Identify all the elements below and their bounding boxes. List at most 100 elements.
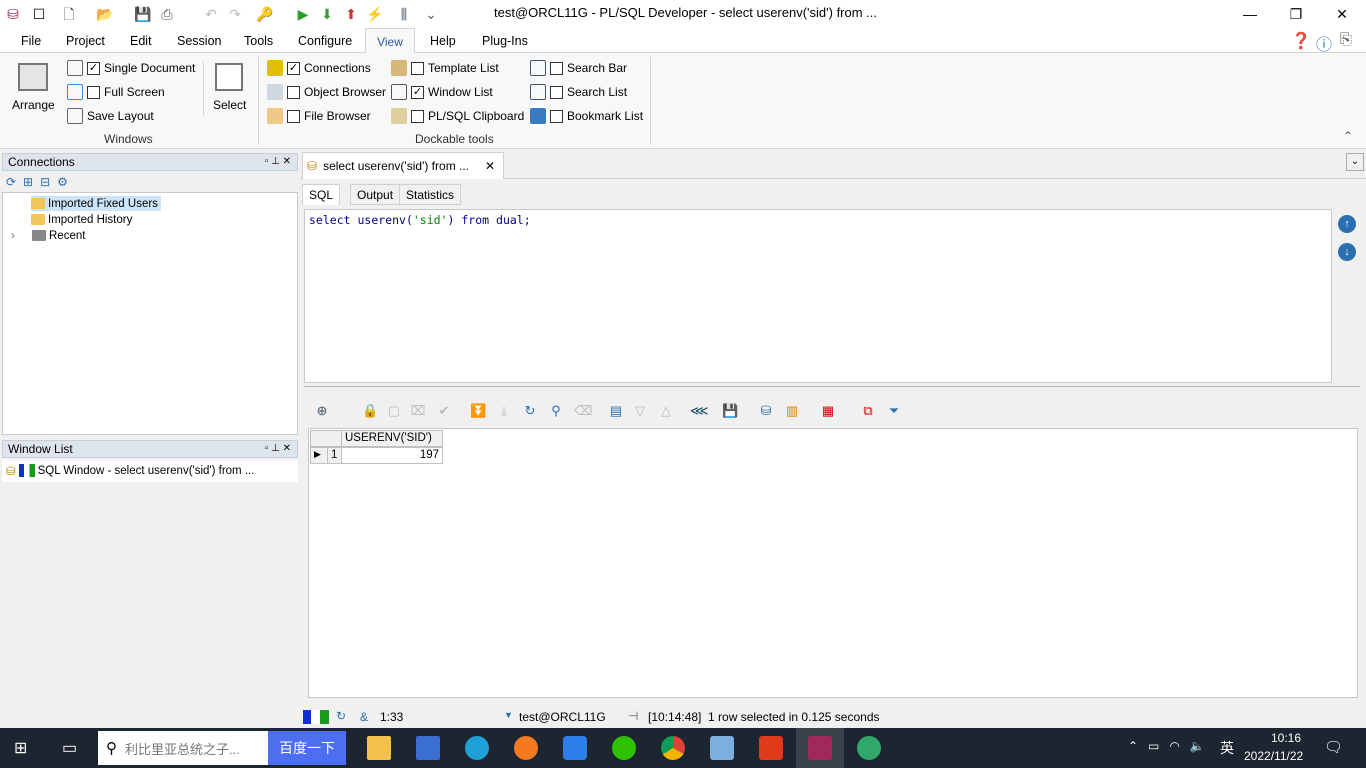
sql-editor[interactable]: select userenv('sid') from dual; bbox=[304, 209, 1332, 383]
filter-icon[interactable]: ⏷ bbox=[886, 403, 902, 419]
tab-sql[interactable]: SQL bbox=[302, 184, 341, 205]
panel-controls-icon[interactable]: ▫ ⊥ ✕ bbox=[265, 441, 291, 457]
help-icon[interactable]: ❓ bbox=[1291, 31, 1311, 51]
single-document-toggle[interactable]: ✓ Single Document bbox=[67, 59, 195, 77]
support-icon[interactable]: ⎘ bbox=[1340, 31, 1352, 48]
query-by-example-icon[interactable]: ⋘ bbox=[690, 403, 709, 419]
connections-toolbar[interactable]: ⟳⊞⊟⚙ bbox=[6, 175, 75, 189]
menu-view[interactable]: View bbox=[365, 28, 415, 54]
table-cell[interactable]: 197 bbox=[341, 447, 443, 464]
new-icon[interactable]: 🗋 bbox=[60, 5, 78, 23]
rollback-icon[interactable]: ⬆ bbox=[342, 5, 360, 23]
menu-help[interactable]: Help bbox=[430, 34, 456, 48]
clear-icon[interactable]: ⌫ bbox=[574, 403, 592, 419]
bookmark-list-toggle[interactable]: Bookmark List bbox=[530, 107, 643, 125]
customize-toolbar-icon[interactable]: ⫼ bbox=[395, 5, 413, 23]
menu-file[interactable]: File bbox=[21, 34, 41, 48]
open-icon[interactable]: 📂 bbox=[96, 5, 114, 23]
results-grid[interactable]: USERENV('SID') ▶ 1 197 bbox=[308, 428, 1358, 698]
file-browser-toggle[interactable]: File Browser bbox=[267, 107, 371, 125]
minimize-button[interactable]: — bbox=[1227, 0, 1273, 28]
lock-icon[interactable]: 🔒 bbox=[362, 403, 378, 419]
splitter[interactable] bbox=[304, 386, 1360, 389]
info-icon[interactable]: ⓘ bbox=[1316, 31, 1332, 55]
feishu-icon[interactable] bbox=[563, 736, 587, 760]
menu-project[interactable]: Project bbox=[66, 34, 105, 48]
select-button[interactable]: Select bbox=[213, 98, 246, 112]
atom-icon[interactable] bbox=[857, 736, 881, 760]
connections-toggle[interactable]: ✓ Connections bbox=[267, 59, 371, 77]
plsql-clipboard-toggle[interactable]: PL/SQL Clipboard bbox=[391, 107, 524, 125]
search-list-toggle[interactable]: Search List bbox=[530, 83, 627, 101]
close-tab-icon[interactable]: ✕ bbox=[485, 159, 495, 173]
file-browser-checkbox[interactable] bbox=[287, 109, 300, 123]
menu-tools[interactable]: Tools bbox=[244, 34, 273, 48]
insert-record-icon[interactable]: ▢ bbox=[386, 403, 402, 419]
wechat-icon[interactable] bbox=[612, 736, 636, 760]
search-bar-checkbox[interactable] bbox=[550, 61, 563, 75]
undo-icon[interactable]: ↶ bbox=[202, 5, 220, 23]
tree-item[interactable]: Imported Fixed Users bbox=[31, 196, 161, 211]
search-bar-toggle[interactable]: Search Bar bbox=[530, 59, 627, 77]
single-document-checkbox[interactable]: ✓ bbox=[87, 61, 100, 75]
previous-record-icon[interactable]: △ bbox=[658, 403, 674, 419]
search-box[interactable]: ⚲ 利比里亚总统之子... bbox=[98, 731, 268, 765]
full-screen-toggle[interactable]: Full Screen bbox=[67, 83, 165, 101]
redo-icon[interactable]: ↷ bbox=[226, 5, 244, 23]
template-list-toggle[interactable]: Template List bbox=[391, 59, 499, 77]
refresh-icon[interactable]: ↻ bbox=[522, 403, 538, 419]
compare-icon[interactable]: ⧉ bbox=[860, 403, 876, 419]
autorefresh-icon[interactable]: ↻ bbox=[336, 709, 346, 723]
next-record-icon[interactable]: ▽ bbox=[632, 403, 648, 419]
find-icon[interactable]: ⚲ bbox=[548, 403, 564, 419]
tray-icons[interactable]: ⌃▭◠🔈 bbox=[1128, 739, 1215, 753]
redis-icon[interactable] bbox=[759, 736, 783, 760]
previous-statement-icon[interactable]: ↑ bbox=[1338, 215, 1356, 233]
search-input[interactable]: 利比里亚总统之子... bbox=[125, 739, 240, 758]
export-icon[interactable]: 💾 bbox=[722, 403, 738, 419]
bookmark-list-checkbox[interactable] bbox=[550, 109, 563, 123]
table-view-icon[interactable]: ▦ bbox=[820, 403, 836, 419]
object-browser-checkbox[interactable] bbox=[287, 85, 300, 99]
next-statement-icon[interactable]: ↓ bbox=[1338, 243, 1356, 261]
save-layout-button[interactable]: Save Layout bbox=[67, 107, 154, 125]
search-list-checkbox[interactable] bbox=[550, 85, 563, 99]
connection-dropdown-icon[interactable]: ▼ bbox=[504, 710, 513, 720]
connection-name[interactable]: test@ORCL11G bbox=[519, 710, 606, 724]
tab-list-dropdown[interactable]: ⌄ bbox=[1346, 153, 1364, 171]
print-icon[interactable]: ⎙ bbox=[158, 5, 176, 23]
break-icon[interactable]: ⚡ bbox=[366, 5, 384, 23]
object-browser-toggle[interactable]: Object Browser bbox=[267, 83, 386, 101]
menu-edit[interactable]: Edit bbox=[130, 34, 152, 48]
network-icon[interactable] bbox=[416, 736, 440, 760]
tab-output[interactable]: Output bbox=[350, 184, 401, 205]
menu-plugins[interactable]: Plug-Ins bbox=[482, 34, 528, 48]
plsql-clipboard-checkbox[interactable] bbox=[411, 109, 424, 123]
window-list-checkbox[interactable]: ✓ bbox=[411, 85, 424, 99]
edge-icon[interactable] bbox=[465, 736, 489, 760]
commit-icon[interactable]: ⬇ bbox=[318, 5, 336, 23]
chrome-icon[interactable] bbox=[661, 736, 685, 760]
virtualbox-icon[interactable] bbox=[710, 736, 734, 760]
close-button[interactable]: ✕ bbox=[1319, 0, 1365, 28]
clock-date[interactable]: 2022/11/22 bbox=[1244, 749, 1303, 763]
last-page-icon[interactable]: ⤓ bbox=[496, 403, 512, 419]
collapse-ribbon-icon[interactable]: ⌃ bbox=[1343, 129, 1353, 143]
plsql-developer-icon[interactable] bbox=[808, 736, 832, 760]
file-explorer-icon[interactable] bbox=[367, 736, 391, 760]
menu-configure[interactable]: Configure bbox=[298, 34, 352, 48]
window-icon[interactable]: ☐ bbox=[30, 5, 48, 23]
connections-checkbox[interactable]: ✓ bbox=[287, 61, 300, 75]
task-view-icon[interactable]: ▭ bbox=[62, 738, 77, 758]
save-icon[interactable]: 💾 bbox=[134, 5, 152, 23]
firefox-icon[interactable] bbox=[514, 736, 538, 760]
chart-icon[interactable]: ▥ bbox=[784, 403, 800, 419]
key-icon[interactable]: 🔑 bbox=[256, 5, 274, 23]
post-changes-icon[interactable]: ✔ bbox=[436, 403, 452, 419]
restore-button[interactable]: ❐ bbox=[1273, 0, 1319, 28]
document-tab[interactable]: ⛁ select userenv('sid') from ... ✕ bbox=[302, 152, 504, 179]
start-icon[interactable]: ⊞ bbox=[14, 738, 27, 758]
tab-statistics[interactable]: Statistics bbox=[399, 184, 462, 205]
fetch-icon[interactable]: ⛁ bbox=[758, 403, 774, 419]
delete-record-icon[interactable]: ⌧ bbox=[410, 403, 426, 419]
